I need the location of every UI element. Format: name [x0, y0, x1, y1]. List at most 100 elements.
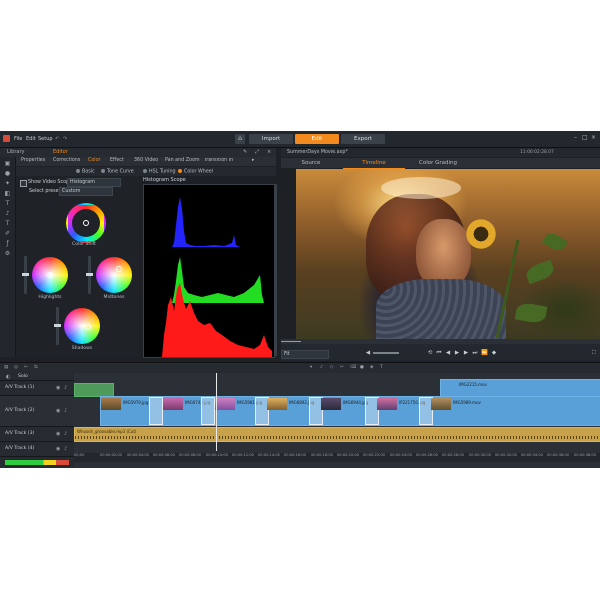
tab-color-grading[interactable]: Color Grading [407, 158, 469, 168]
visibility-icon[interactable]: ◉ [56, 408, 60, 414]
text-icon[interactable]: T [4, 220, 11, 227]
menu-file[interactable]: File [14, 136, 22, 142]
snap-icon[interactable]: ▾ [310, 365, 312, 370]
timeline-ruler[interactable]: 00:00 00:00:02:00 00:00:04:00 00:00:06:00 00… [74, 453, 600, 462]
tab-corrections[interactable]: Corrections [53, 158, 80, 163]
audio-clip[interactable]: Whoosh_groovable.mp3 (Cut) [74, 427, 600, 442]
midtones-wheel[interactable] [96, 257, 132, 293]
visibility-icon[interactable]: ◉ [56, 446, 60, 452]
tool-trim-icon[interactable]: ✂ [24, 365, 28, 370]
redo-icon[interactable]: ↷ [63, 136, 67, 142]
volume-slider[interactable] [373, 352, 399, 354]
tool-select-icon[interactable]: ◎ [14, 365, 18, 370]
media-icon[interactable]: ▣ [4, 160, 11, 167]
music-icon[interactable]: ♪ [4, 210, 11, 217]
tab-transition-in[interactable]: Transition In [204, 158, 248, 163]
show-scope-checkbox[interactable] [20, 180, 27, 187]
left-panel-scrollbar[interactable] [274, 184, 277, 356]
tab-effect[interactable]: Effect [110, 158, 124, 163]
midtones-slider[interactable] [86, 256, 93, 294]
paint-icon[interactable]: ✐ [4, 230, 11, 237]
marker-icon[interactable]: ◇ [330, 365, 333, 370]
loop-icon[interactable]: ⟲ [427, 350, 433, 356]
transition-marker[interactable] [149, 397, 163, 425]
menu-setup[interactable]: Setup [38, 136, 53, 142]
track-header-3[interactable]: A/V Track (3) ◉ ♪ [0, 427, 74, 442]
tab-properties[interactable]: Properties [21, 158, 45, 163]
track-settings-icon[interactable]: ▤ [4, 365, 8, 370]
mute-icon[interactable]: ♪ [64, 446, 67, 452]
text-tool-icon[interactable]: T [380, 365, 383, 370]
undo-icon[interactable]: ↶ [55, 136, 59, 142]
tab-editor[interactable]: Editor [50, 149, 71, 156]
fast-forward-icon[interactable]: ⏩ [481, 350, 488, 356]
color-icon[interactable]: ● [4, 170, 11, 177]
visibility-icon[interactable]: ◉ [56, 431, 60, 437]
video-preview[interactable] [296, 169, 600, 339]
visibility-icon[interactable]: ◉ [56, 385, 60, 391]
tab-pan-zoom[interactable]: Pan and Zoom [165, 158, 200, 163]
timeline-playhead[interactable] [216, 373, 217, 451]
audio-mix-icon[interactable]: ♪ [320, 365, 323, 370]
shadows-wheel[interactable] [64, 308, 100, 344]
title-icon[interactable]: T [4, 200, 11, 207]
menu-edit[interactable]: Edit [26, 136, 36, 142]
scissor-icon[interactable]: ✂ [340, 365, 344, 370]
scope-type-dropdown[interactable]: Histogram [67, 178, 121, 187]
minimize-icon[interactable]: – [574, 134, 577, 141]
mute-icon[interactable]: ♪ [64, 408, 67, 414]
tab-360-video[interactable]: 360 Video [134, 158, 158, 163]
to-start-icon[interactable]: ⏮ [436, 350, 442, 356]
volume-icon[interactable]: ◀ [365, 350, 371, 356]
fit-dropdown[interactable]: Fit [281, 350, 329, 359]
track-header-2[interactable]: A/V Track (2) ◉ ♪ [0, 396, 74, 427]
highlights-wheel[interactable] [32, 257, 68, 293]
radio-hsl-tuning[interactable]: HSL Tuning [143, 169, 176, 175]
timeline-clip-track1[interactable]: IMG2215.mov [440, 379, 600, 397]
delete-icon[interactable]: ⌫ [350, 365, 356, 370]
expand-icon[interactable]: ⤢ [252, 149, 262, 156]
radio-color-wheel[interactable]: Color Wheel [178, 169, 213, 175]
prev-frame-icon[interactable]: ◀ [445, 350, 451, 356]
home-button[interactable]: ⌂ [235, 134, 245, 144]
record-icon[interactable]: ● [360, 365, 364, 370]
radio-tone-curve[interactable]: Tone Curve [101, 169, 134, 175]
import-mode-button[interactable]: Import [249, 134, 293, 144]
effect-icon[interactable]: ✦ [4, 180, 11, 187]
tab-color[interactable]: Color [88, 158, 101, 163]
tool-split-icon[interactable]: ⇆ [34, 365, 38, 370]
track-header-4[interactable]: A/V Track (4) ◉ ♪ [0, 442, 74, 457]
mute-icon[interactable]: ♪ [64, 431, 67, 437]
transition-icon[interactable]: ◧ [4, 190, 11, 197]
play-icon[interactable]: ▶ [454, 350, 460, 356]
highlights-slider[interactable] [22, 256, 29, 294]
maximize-icon[interactable]: □ [582, 134, 588, 141]
tabs-scroll-icon[interactable]: ▸ [252, 158, 254, 163]
to-end-icon[interactable]: ⏭ [472, 350, 478, 356]
radio-basic[interactable]: Basic [76, 169, 95, 175]
track-header-1[interactable]: A/V Track (1) ◉ ♪ [0, 381, 74, 396]
close-icon[interactable]: × [591, 134, 596, 141]
panel-close-icon[interactable]: × [264, 149, 274, 156]
lock-icon[interactable]: ◐ [6, 374, 10, 380]
next-frame-icon[interactable]: ▶ [463, 350, 469, 356]
export-mode-button[interactable]: Export [341, 134, 385, 144]
color-shift-wheel[interactable] [66, 203, 106, 243]
timeline-clip[interactable] [74, 383, 114, 397]
settings-icon[interactable]: ⚙ [4, 250, 11, 257]
track-header-solo[interactable]: Solo ◐ [0, 373, 74, 381]
speed-icon[interactable]: ◆ [491, 350, 497, 356]
chapter-icon[interactable]: ◈ [370, 365, 373, 370]
fx-icon[interactable]: ƒ [4, 240, 11, 247]
tab-timeline[interactable]: Timeline [343, 158, 405, 169]
timeline-track2-clips[interactable]: IMG5970.jpg IMG6742.jpg IMG5981.jpg IMG6… [100, 396, 600, 426]
tab-source[interactable]: Source [281, 158, 341, 168]
preset-dropdown[interactable]: Custom [59, 187, 113, 196]
shadows-slider[interactable] [54, 307, 61, 345]
fullscreen-icon[interactable]: ⛶ [591, 350, 597, 356]
pin-icon[interactable]: ✎ [240, 149, 250, 156]
edit-mode-button[interactable]: Edit [295, 134, 339, 144]
transition-marker[interactable] [201, 397, 215, 425]
mute-icon[interactable]: ♪ [64, 385, 67, 391]
tab-library[interactable]: Library [4, 149, 27, 156]
